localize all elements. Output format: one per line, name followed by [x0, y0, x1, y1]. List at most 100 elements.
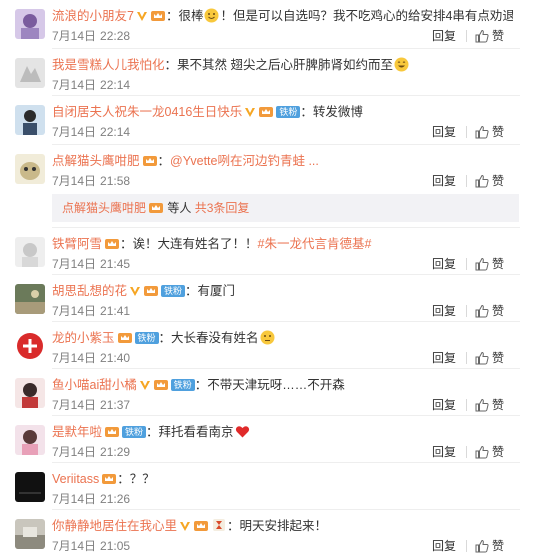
avatar[interactable]	[15, 331, 45, 361]
comment-item: 是默年啦 铁粉 ：拜托看看南京 7月14日 21:29 回复 赞	[0, 416, 535, 462]
comment-meta: 7月14日 21:37 回复 赞	[52, 396, 504, 414]
comment-meta: 7月14日 22:28 回复 赞	[52, 27, 504, 45]
comment-feed: 流浪的小朋友7 ：很棒 ！但是可以自选吗？我不吃鸡心的给安排4串有点劝退哈 7月14…	[0, 0, 535, 555]
comment-meta: 7月14日 21:41 回复 赞	[52, 302, 504, 320]
username-link[interactable]: 点解猫头鹰咁肥	[52, 154, 140, 168]
sub-reply-username[interactable]: 点解猫头鹰咁肥	[62, 201, 146, 215]
username-link[interactable]: 自闭居夫人祝朱一龙0416生日快乐	[52, 105, 242, 119]
avatar[interactable]	[15, 519, 45, 549]
username-link[interactable]: 鱼小喵ai甜小橘	[52, 378, 137, 392]
heart-emoji-icon	[235, 426, 249, 438]
comment-actions: 回复 赞	[432, 172, 504, 190]
like-button[interactable]: 赞	[475, 349, 504, 367]
crown-badge-icon	[149, 203, 164, 213]
like-button[interactable]: 赞	[475, 396, 504, 414]
like-button[interactable]: 赞	[475, 27, 504, 45]
username-link[interactable]: Veriitass	[52, 472, 99, 486]
reply-button[interactable]: 回复	[432, 396, 456, 414]
thumbs-up-icon	[475, 125, 489, 139]
v-badge-icon	[245, 108, 256, 117]
comment-actions: 回复 赞	[432, 302, 504, 320]
v-badge-icon	[136, 12, 147, 21]
comment-meta: 7月14日 21:05 回复 赞	[52, 537, 504, 555]
fan-tag-badge: 铁粉	[170, 379, 195, 391]
comment-item: 鱼小喵ai甜小橘 铁粉 ：不带天津玩呀……不开森 7月14日 21:37 回复 赞	[0, 369, 535, 415]
comment-meta: 7月14日 21:40 回复 赞	[52, 349, 504, 367]
comment-item: 我是雪糕人儿我怕化：果不其然 翅尖之后心肝脾肺肾如约而至 7月14日 22:14	[0, 49, 535, 95]
reply-button[interactable]: 回复	[432, 172, 456, 190]
username-link[interactable]: 流浪的小朋友7	[52, 9, 134, 23]
action-divider	[465, 540, 467, 552]
crown-badge-icon	[117, 333, 132, 343]
comment-text: Veriitass：？？	[52, 472, 155, 486]
comment-text: 铁臂阿雪 ：诶！大连有姓名了！！#朱一龙代言肯德基#	[52, 237, 372, 251]
sub-reply-summary[interactable]: 点解猫头鹰咁肥 等人 共3条回复	[52, 194, 519, 222]
comment-item: 你静静地居住在我心里 ：明天安排起来！ 7月14日 21:05 回复 赞	[0, 510, 535, 555]
thumbs-up-icon	[475, 398, 489, 412]
avatar[interactable]	[15, 284, 45, 314]
comment-meta: 7月14日 22:14	[52, 78, 131, 92]
thumbs-up-icon	[475, 539, 489, 553]
action-divider	[465, 399, 467, 411]
like-button[interactable]: 赞	[475, 172, 504, 190]
avatar[interactable]	[15, 425, 45, 455]
reply-button[interactable]: 回复	[432, 443, 456, 461]
thumbs-up-icon	[475, 351, 489, 365]
reply-button[interactable]: 回复	[432, 255, 456, 273]
comment-item: 铁臂阿雪 ：诶！大连有姓名了！！#朱一龙代言肯德基# 7月14日 21:45 回复 …	[0, 228, 535, 274]
username-link[interactable]: 是默年啦	[52, 425, 102, 439]
username-link[interactable]: 龙的小紫玉	[52, 331, 115, 345]
comment-text: 你静静地居住在我心里 ：明天安排起来！	[52, 519, 328, 533]
avatar[interactable]	[15, 9, 45, 39]
like-button[interactable]: 赞	[475, 443, 504, 461]
reply-button[interactable]: 回复	[432, 349, 456, 367]
username-link[interactable]: 铁臂阿雪	[52, 237, 102, 251]
avatar[interactable]	[15, 472, 45, 502]
avatar[interactable]	[15, 105, 45, 135]
avatar[interactable]	[15, 154, 45, 184]
hashtag-link[interactable]: #朱一龙代言肯德基#	[258, 237, 372, 251]
comment-actions: 回复 赞	[432, 255, 504, 273]
thumbs-up-icon	[475, 29, 489, 43]
comment-text: 鱼小喵ai甜小橘 铁粉 ：不带天津玩呀……不开森	[52, 378, 345, 392]
v-badge-icon	[180, 522, 191, 531]
comment-actions: 回复 赞	[432, 27, 504, 45]
crown-badge-icon	[144, 286, 159, 296]
comment-text: 胡思乱想的花 铁粉 ：有厦门	[52, 284, 236, 298]
like-button[interactable]: 赞	[475, 302, 504, 320]
comment-meta: 7月14日 21:45 回复 赞	[52, 255, 504, 273]
crown-badge-icon	[105, 239, 120, 249]
action-divider	[465, 126, 467, 138]
thumbs-up-icon	[475, 445, 489, 459]
thumbs-up-icon	[475, 257, 489, 271]
reply-button[interactable]: 回复	[432, 302, 456, 320]
action-divider	[465, 352, 467, 364]
comment-actions: 回复 赞	[432, 349, 504, 367]
username-link[interactable]: 你静静地居住在我心里	[52, 519, 177, 533]
avatar[interactable]	[15, 58, 45, 88]
reply-button[interactable]: 回复	[432, 27, 456, 45]
mention-link[interactable]: @Yvette咧在河边钓青蛙 ...	[170, 154, 319, 168]
comment-text: 点解猫头鹰咁肥 ：@Yvette咧在河边钓青蛙 ...	[52, 154, 319, 168]
username-link[interactable]: 我是雪糕人儿我怕化	[52, 58, 165, 72]
comment-item: Veriitass：？？ 7月14日 21:26	[0, 463, 535, 509]
like-button[interactable]: 赞	[475, 123, 504, 141]
action-divider	[465, 258, 467, 270]
comment-meta: 7月14日 21:29 回复 赞	[52, 443, 504, 461]
view-replies-link[interactable]: 共3条回复	[195, 201, 250, 215]
comment-item: 自闭居夫人祝朱一龙0416生日快乐 铁粉 ：转发微博 7月14日 22:14 回复 赞	[0, 96, 535, 144]
reply-button[interactable]: 回复	[432, 123, 456, 141]
username-link[interactable]: 胡思乱想的花	[52, 284, 127, 298]
like-button[interactable]: 赞	[475, 255, 504, 273]
fan-tag-badge: 铁粉	[134, 332, 159, 344]
crown-badge-icon	[259, 107, 274, 117]
comment-actions: 回复 赞	[432, 443, 504, 461]
like-button[interactable]: 赞	[475, 537, 504, 555]
avatar[interactable]	[15, 237, 45, 267]
reply-button[interactable]: 回复	[432, 537, 456, 555]
comment-actions: 回复 赞	[432, 123, 504, 141]
crown-badge-icon	[142, 156, 157, 166]
action-divider	[465, 30, 467, 42]
avatar[interactable]	[15, 378, 45, 408]
comment-text: 自闭居夫人祝朱一龙0416生日快乐 铁粉 ：转发微博	[52, 105, 363, 119]
